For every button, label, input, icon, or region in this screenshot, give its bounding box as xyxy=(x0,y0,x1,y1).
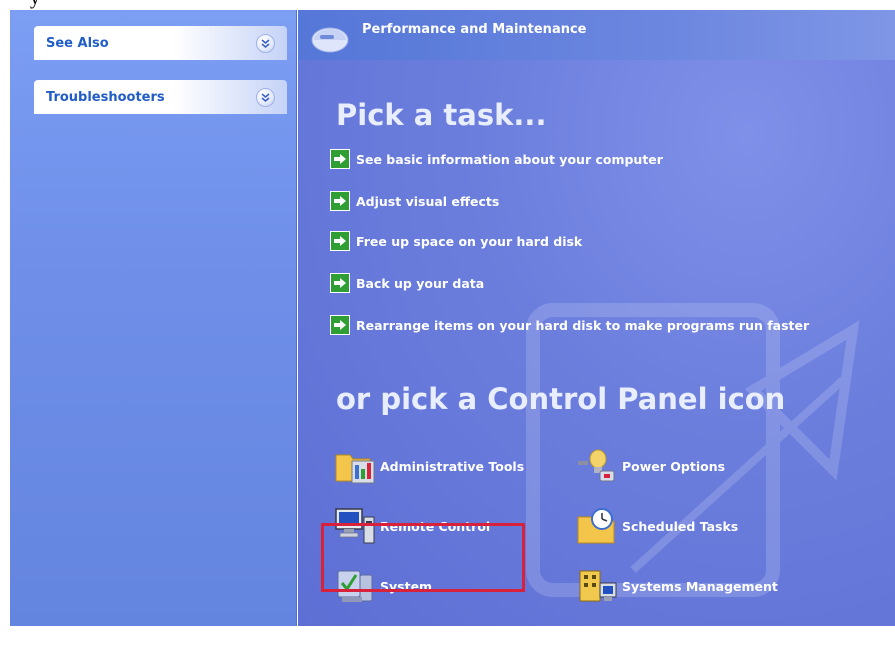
task-label: Back up your data xyxy=(356,275,485,291)
control-panel-item-label: Administrative Tools xyxy=(380,458,525,474)
arrow-right-icon xyxy=(330,231,350,251)
control-panel-item-scheduled-tasks[interactable]: Scheduled Tasks xyxy=(576,506,738,546)
performance-maintenance-icon xyxy=(311,27,349,53)
see-also-title: See Also xyxy=(46,35,109,51)
task-label: Rearrange items on your hard disk to mak… xyxy=(356,317,810,333)
troubleshooters-title: Troubleshooters xyxy=(46,89,165,105)
category-view: Performance and Maintenance Pick a task.… xyxy=(298,10,895,626)
task-label: Free up space on your hard disk xyxy=(356,233,583,249)
task-link[interactable]: Back up your data xyxy=(330,272,484,294)
power-options-icon xyxy=(578,449,615,482)
control-panel-item-label: Scheduled Tasks xyxy=(622,518,739,534)
arrow-right-icon xyxy=(330,273,350,293)
administrative-tools-icon xyxy=(335,454,375,484)
annotation-highlight-box xyxy=(321,523,525,592)
task-link[interactable]: Rearrange items on your hard disk to mak… xyxy=(330,314,809,336)
control-panel-item-administrative-tools[interactable]: Administrative Tools xyxy=(334,446,524,486)
task-label: See basic information about your compute… xyxy=(356,151,663,167)
scheduled-tasks-icon xyxy=(577,508,615,544)
arrow-right-icon xyxy=(330,149,350,169)
cropped-text-line: y xyxy=(0,0,895,10)
arrow-right-icon xyxy=(330,315,350,335)
troubleshooters-group-header[interactable]: Troubleshooters xyxy=(34,80,287,114)
control-panel-window: See Also Troubleshooters Performance and… xyxy=(10,10,895,626)
control-panel-item-systems-management[interactable]: Systems Management xyxy=(576,566,778,606)
see-also-group-header[interactable]: See Also xyxy=(34,26,287,60)
control-panel-item-label: Systems Management xyxy=(622,578,778,594)
chevron-down-icon[interactable] xyxy=(256,33,275,53)
task-link[interactable]: See basic information about your compute… xyxy=(330,148,663,170)
category-title: Performance and Maintenance xyxy=(362,22,587,37)
control-panel-item-label: Power Options xyxy=(622,458,726,474)
or-pick-control-panel-icon-heading: or pick a Control Panel icon xyxy=(336,382,786,416)
pick-a-task-heading: Pick a task... xyxy=(336,98,547,132)
task-label: Adjust visual effects xyxy=(356,193,500,209)
chevron-down-icon[interactable] xyxy=(256,87,275,107)
control-panel-item-power-options[interactable]: Power Options xyxy=(576,446,725,486)
arrow-right-icon xyxy=(330,191,350,211)
task-pane: See Also Troubleshooters xyxy=(10,10,297,626)
systems-management-icon xyxy=(579,570,617,602)
task-link[interactable]: Adjust visual effects xyxy=(330,190,499,212)
task-link[interactable]: Free up space on your hard disk xyxy=(330,230,582,252)
category-header: Performance and Maintenance xyxy=(298,10,895,60)
